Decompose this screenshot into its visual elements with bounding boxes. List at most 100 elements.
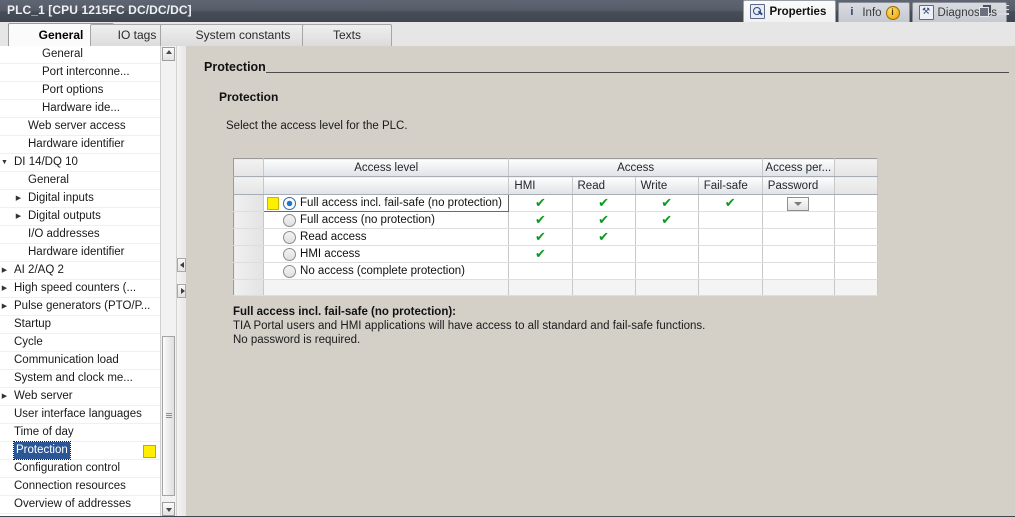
chevron-right-icon[interactable]: ▶ [0, 280, 9, 297]
row-selector-cell[interactable] [233, 228, 265, 246]
write-check-cell [635, 245, 699, 263]
access-level-radio[interactable] [283, 247, 297, 261]
hmi-check-cell [508, 262, 573, 280]
access-level-table[interactable]: Access level Access Access per... HMI Re… [233, 158, 879, 296]
access-level-rows[interactable]: Full access incl. fail-safe (no protecti… [233, 194, 879, 296]
failsafe-check-cell [698, 262, 763, 280]
sidebar-item-port-options[interactable]: Port options [0, 82, 160, 100]
sidebar-item-high-speed-counters[interactable]: ▶ High speed counters (... [0, 280, 160, 298]
sidebar-item-label: Web server [14, 390, 73, 402]
scrollbar-thumb[interactable] [162, 336, 175, 496]
sidebar-item-web-server[interactable]: ▶ Web server [0, 388, 160, 406]
tab-info[interactable]: i Info i [838, 2, 910, 22]
access-level-radio[interactable] [283, 264, 297, 278]
failsafe-check-cell: ✔ [698, 194, 763, 212]
chevron-right-icon[interactable]: ▶ [14, 208, 23, 225]
sidebar-item-port-interconne[interactable]: Port interconne... [0, 64, 160, 82]
col-access-group[interactable]: Access [508, 158, 763, 177]
col-access-permission[interactable]: Access per... [762, 158, 835, 177]
sidebar-item-web-server-access[interactable]: Web server access [0, 118, 160, 136]
row-selector-cell[interactable] [233, 245, 265, 263]
access-level-cell[interactable]: HMI access [263, 245, 510, 263]
sidebar-item-hardware-identifier[interactable]: Hardware identifier [0, 244, 160, 262]
checkmark-icon: ✔ [535, 212, 546, 227]
password-cell[interactable] [762, 262, 835, 280]
sidebar-item-protection[interactable]: Protection [0, 441, 160, 460]
row-selector-cell[interactable] [233, 262, 265, 280]
access-level-radio[interactable] [283, 230, 297, 244]
col-access-level[interactable]: Access level [263, 158, 510, 177]
table-row[interactable]: Read access ✔ ✔ [233, 228, 879, 246]
sidebar-item-time-of-day[interactable]: Time of day [0, 424, 160, 442]
chevron-right-icon[interactable]: ▶ [0, 298, 9, 315]
sidebar-item-system-and-clock-me[interactable]: System and clock me... [0, 370, 160, 388]
col-password[interactable]: Password [762, 176, 835, 195]
password-cell[interactable] [762, 245, 835, 263]
chevron-right-icon[interactable]: ▶ [0, 388, 9, 405]
access-level-cell[interactable]: Full access (no protection) [263, 211, 510, 229]
sidebar-item-communication-load[interactable]: Communication load [0, 352, 160, 370]
sidebar-item-digital-inputs[interactable]: ▶ Digital inputs [0, 190, 160, 208]
scroll-down-button[interactable] [162, 502, 175, 516]
password-cell[interactable] [762, 228, 835, 246]
sidebar-item-label: Port options [42, 84, 104, 96]
sidebar-item-di-14-dq-10[interactable]: ▼ DI 14/DQ 10 [0, 154, 160, 172]
menu-icon[interactable] [997, 4, 1009, 15]
read-check-cell: ✔ [572, 194, 636, 212]
table-row[interactable]: HMI access ✔ [233, 245, 879, 263]
navigation-scrollbar[interactable] [160, 46, 177, 517]
failsafe-check-cell [698, 211, 763, 229]
navigation-tree[interactable]: General Port interconne... Port options Har… [0, 46, 160, 517]
sidebar-item-label: AI 2/AQ 2 [14, 264, 64, 276]
access-level-cell[interactable]: Full access incl. fail-safe (no protecti… [263, 194, 510, 212]
tab-texts[interactable]: Texts [302, 24, 392, 46]
chevron-right-icon[interactable]: ▶ [0, 262, 9, 279]
sidebar-item-general[interactable]: General [0, 46, 160, 64]
table-row[interactable]: No access (complete protection) [233, 262, 879, 280]
sidebar-item-general[interactable]: General [0, 172, 160, 190]
scroll-up-button[interactable] [162, 47, 175, 61]
sidebar-item-i-o-addresses[interactable]: I/O addresses [0, 226, 160, 244]
restore-icon[interactable] [979, 4, 992, 17]
table-row[interactable]: Full access (no protection) ✔ ✔ ✔ [233, 211, 879, 229]
col-hmi[interactable]: HMI [508, 176, 573, 195]
access-level-radio[interactable] [283, 213, 297, 227]
sidebar-item-hardware-ide[interactable]: Hardware ide... [0, 100, 160, 118]
empty-cell [762, 279, 835, 296]
password-dropdown-button[interactable] [787, 196, 810, 211]
sidebar-item-hardware-identifier[interactable]: Hardware identifier [0, 136, 160, 154]
password-cell[interactable] [762, 194, 835, 212]
sidebar-item-pulse-generators-pto-p[interactable]: ▶ Pulse generators (PTO/P... [0, 298, 160, 316]
chevron-down-icon[interactable]: ▼ [0, 154, 9, 171]
table-row[interactable]: Full access incl. fail-safe (no protecti… [233, 194, 879, 212]
col-failsafe[interactable]: Fail-safe [698, 176, 763, 195]
sidebar-item-cycle[interactable]: Cycle [0, 334, 160, 352]
splitter-collapse-left-button[interactable] [177, 258, 186, 272]
col-rowselector [233, 158, 265, 177]
filler-cell [834, 228, 879, 246]
sidebar-item-user-interface-languages[interactable]: User interface languages [0, 406, 160, 424]
sidebar-item-startup[interactable]: Startup [0, 316, 160, 334]
tab-properties[interactable]: Properties [743, 0, 837, 22]
row-selector-cell[interactable] [233, 211, 265, 229]
col-rowselector-sub [233, 176, 265, 195]
access-level-radio[interactable] [283, 196, 297, 210]
password-cell[interactable] [762, 211, 835, 229]
filler-cell [834, 194, 879, 212]
sidebar-item-digital-outputs[interactable]: ▶ Digital outputs [0, 208, 160, 226]
access-level-cell[interactable]: No access (complete protection) [263, 262, 510, 280]
col-write[interactable]: Write [635, 176, 699, 195]
sidebar-item-overview-of-addresses[interactable]: Overview of addresses [0, 496, 160, 514]
splitter-expand-right-button[interactable] [177, 284, 186, 298]
chevron-up-icon [165, 50, 172, 54]
properties-icon [750, 4, 766, 19]
sidebar-item-configuration-control[interactable]: Configuration control [0, 460, 160, 478]
sidebar-item-connection-resources[interactable]: Connection resources [0, 478, 160, 496]
chevron-right-icon[interactable]: ▶ [14, 190, 23, 207]
col-read[interactable]: Read [572, 176, 636, 195]
access-level-cell[interactable]: Read access [263, 228, 510, 246]
access-level-label: Read access [300, 231, 367, 243]
row-selector-cell[interactable] [233, 194, 265, 212]
sidebar-item-label: Startup [14, 318, 52, 330]
sidebar-item-ai-2-aq-2[interactable]: ▶ AI 2/AQ 2 [0, 262, 160, 280]
